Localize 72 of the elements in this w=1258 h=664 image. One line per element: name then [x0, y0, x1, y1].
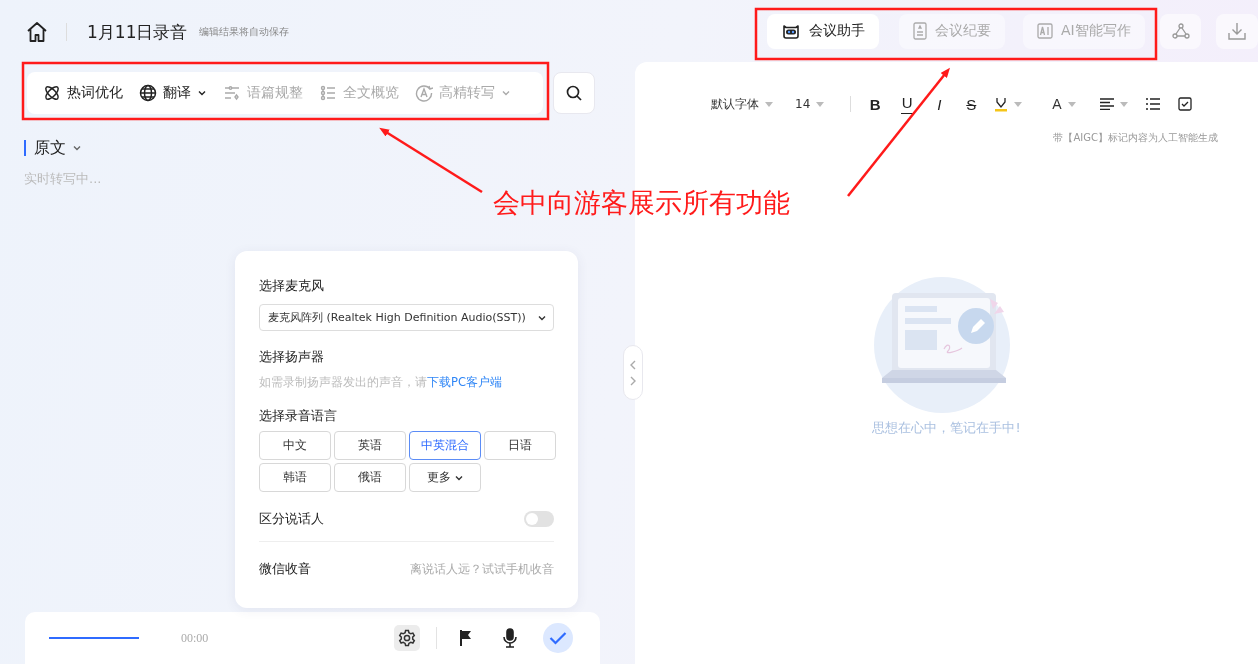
- font-family-select[interactable]: 默认字体: [711, 95, 773, 113]
- diarization-toggle[interactable]: [524, 511, 554, 527]
- wechat-recording-label: 微信收音: [259, 560, 311, 578]
- speaker-hint: 如需录制扬声器发出的声音，请下载PC客户端: [259, 375, 503, 390]
- recording-time: 00:00: [181, 630, 209, 646]
- transcript-dropdown[interactable]: 原文: [24, 140, 88, 156]
- flag-icon: [458, 629, 474, 647]
- microphone-label: 选择麦克风: [259, 277, 325, 295]
- align-button[interactable]: [1099, 98, 1128, 110]
- language-option[interactable]: 英语: [334, 431, 406, 460]
- autosave-note: 编辑结果将自动保存: [199, 25, 290, 39]
- chevron-right-icon: [629, 375, 637, 386]
- speaker-diarization-label: 区分说话人: [259, 510, 324, 528]
- caret-icon: [1119, 101, 1128, 107]
- toolbar-button[interactable]: 热词优化: [43, 84, 123, 102]
- robot-icon: [781, 23, 801, 39]
- caret-icon: [1067, 101, 1076, 107]
- microphone-icon: [502, 628, 518, 648]
- letter-circle-icon: [415, 84, 433, 102]
- bullet-list-icon: [1145, 98, 1160, 110]
- caret-icon: [197, 88, 207, 98]
- language-label: 选择录音语言: [259, 407, 338, 425]
- caret-icon: [501, 88, 511, 98]
- share-icon: [1171, 23, 1190, 39]
- toolbar-button[interactable]: 翻译: [139, 84, 207, 102]
- caret-icon: [1014, 101, 1023, 107]
- language-option[interactable]: 俄语: [334, 463, 406, 492]
- download-icon: [1228, 22, 1247, 40]
- caret-icon: [816, 101, 825, 107]
- annotation-caption: 会中向游客展示所有功能: [493, 186, 790, 220]
- font-color-button[interactable]: A: [1052, 96, 1076, 112]
- settings-button[interactable]: [394, 625, 420, 651]
- transcribing-status: 实时转写中...: [24, 170, 103, 188]
- list-icon: [319, 84, 337, 102]
- aigc-note: 带【AIGC】标记内容为人工智能生成: [1053, 131, 1218, 145]
- language-option[interactable]: 中英混合: [409, 431, 481, 460]
- highlighter-icon: [994, 96, 1009, 112]
- checklist-button[interactable]: [1177, 97, 1192, 111]
- globe-icon: [139, 84, 157, 102]
- language-option[interactable]: 日语: [484, 431, 556, 460]
- caret-icon: [765, 101, 773, 107]
- home-icon[interactable]: [26, 21, 48, 43]
- font-size-select[interactable]: 14: [795, 97, 825, 111]
- collapse-handle[interactable]: [623, 345, 643, 400]
- strikethrough-button[interactable]: S: [962, 95, 981, 113]
- bold-button[interactable]: B: [866, 95, 885, 113]
- sliders-icon: [223, 84, 241, 102]
- italic-button[interactable]: I: [930, 95, 949, 113]
- empty-notes-message: 思想在心中，笔记在手中!: [872, 419, 1021, 437]
- search-button[interactable]: [553, 72, 595, 114]
- search-icon: [566, 85, 582, 101]
- panel-tab[interactable]: 会议助手: [767, 13, 879, 49]
- finish-button[interactable]: [543, 623, 573, 653]
- checkbox-icon: [1177, 97, 1192, 111]
- bullet-list-button[interactable]: [1145, 98, 1160, 110]
- recording-title: 1月11日录音: [87, 20, 188, 44]
- microphone-select[interactable]: 麦克风阵列 (Realtek High Definition Audio(SST)): [259, 304, 554, 331]
- language-option[interactable]: 中文: [259, 431, 331, 460]
- settings-icon: [398, 629, 416, 647]
- document-icon: [913, 22, 927, 40]
- language-option[interactable]: 韩语: [259, 463, 331, 492]
- chevron-left-icon: [629, 359, 637, 370]
- atom-icon: [43, 84, 61, 102]
- download-client-link[interactable]: 下载PC客户端: [427, 375, 502, 389]
- more-languages-button[interactable]: 更多: [409, 463, 481, 492]
- caret-icon: [72, 143, 82, 153]
- speaker-label: 选择扬声器: [259, 348, 325, 366]
- underline-button[interactable]: U: [901, 94, 914, 114]
- align-left-icon: [1099, 98, 1114, 110]
- highlight-button[interactable]: [994, 96, 1023, 112]
- check-icon: [549, 631, 567, 645]
- ai-icon: [1037, 23, 1053, 39]
